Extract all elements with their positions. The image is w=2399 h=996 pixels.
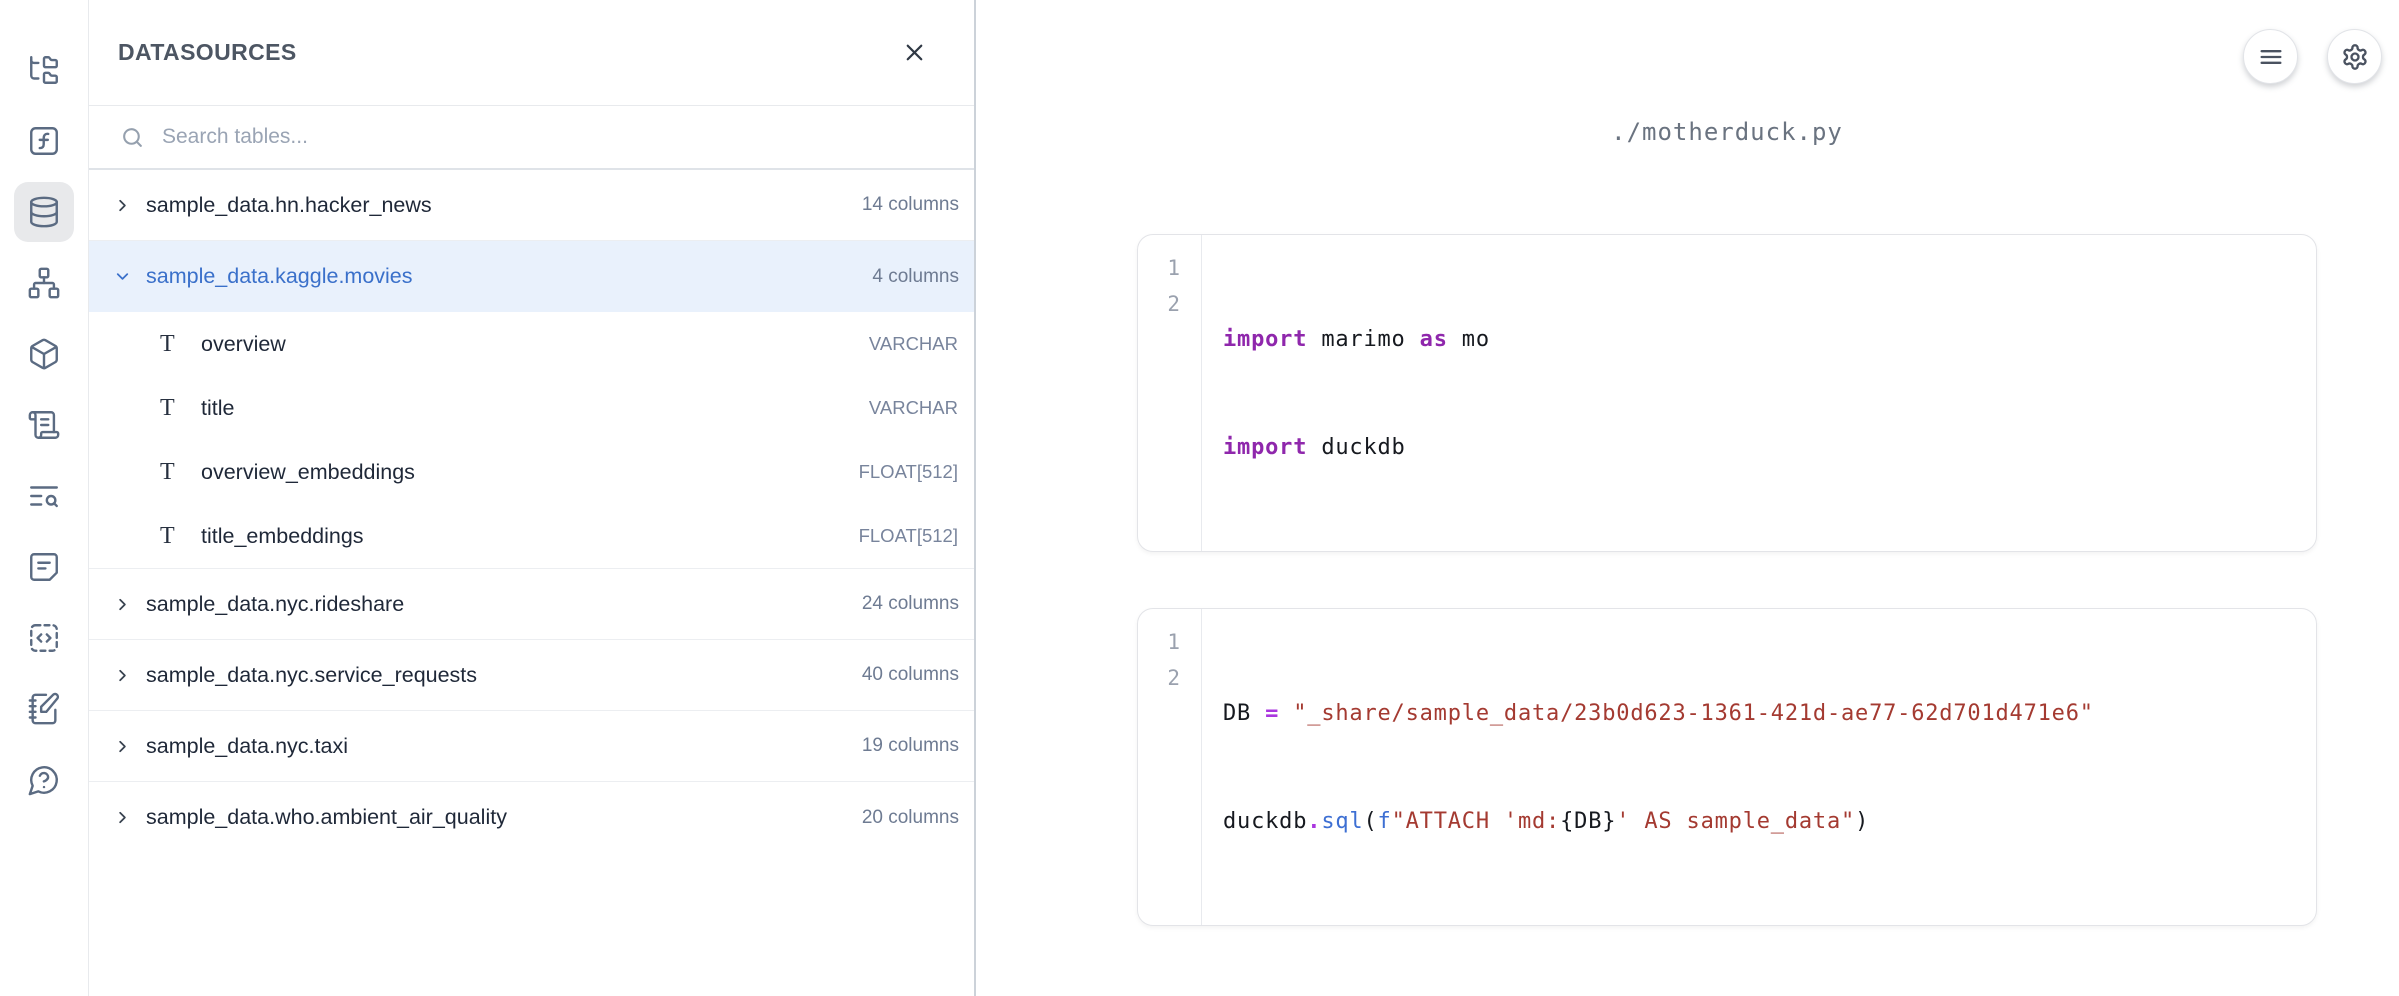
logs-icon[interactable] — [14, 395, 74, 455]
topbar-actions — [2243, 29, 2382, 84]
table-name: sample_data.who.ambient_air_quality — [146, 805, 862, 830]
code-line: import duckdb — [1223, 430, 2306, 466]
line-number: 1 — [1138, 250, 1180, 286]
column-type: VARCHAR — [869, 397, 958, 419]
code-editor[interactable]: DB = "_share/sample_data/23b0d623-1361-4… — [1202, 609, 2316, 925]
chevron-right-icon[interactable] — [113, 196, 146, 215]
line-numbers: 1 2 — [1138, 235, 1202, 551]
column-row[interactable]: T title_embeddings FLOAT[512] — [89, 504, 974, 568]
table-name: sample_data.kaggle.movies — [146, 264, 872, 289]
line-numbers: 1 2 — [1138, 609, 1202, 925]
chevron-right-icon[interactable] — [113, 666, 146, 685]
line-number: 2 — [1138, 660, 1180, 696]
notebook-main: ./motherduck.py 1 2 import marimo as mo … — [976, 0, 2399, 996]
type-text-icon: T — [160, 459, 201, 486]
datasources-icon[interactable] — [14, 182, 74, 242]
table-name: sample_data.nyc.rideshare — [146, 592, 862, 617]
table-row[interactable]: sample_data.who.ambient_air_quality 20 c… — [89, 782, 974, 853]
table-row[interactable]: sample_data.nyc.taxi 19 columns — [89, 711, 974, 782]
column-name: title — [201, 396, 869, 421]
table-columns-group: T overview VARCHAR T title VARCHAR T ove… — [89, 312, 974, 569]
icon-rail — [0, 0, 89, 996]
datasources-panel: DATASOURCES sample_data.hn.hacker_news 1… — [89, 0, 976, 996]
panel-title: DATASOURCES — [118, 39, 297, 66]
chevron-down-icon[interactable] — [113, 267, 146, 286]
code-line: DB = "_share/sample_data/23b0d623-1361-4… — [1223, 696, 2306, 732]
file-explorer-icon[interactable] — [14, 40, 74, 100]
table-name: sample_data.nyc.service_requests — [146, 663, 862, 688]
table-column-count: 4 columns — [872, 266, 959, 288]
table-row[interactable]: sample_data.nyc.service_requests 40 colu… — [89, 640, 974, 711]
type-text-icon: T — [160, 523, 201, 550]
scratchpad-icon[interactable] — [14, 679, 74, 739]
column-name: overview_embeddings — [201, 460, 859, 485]
variables-icon[interactable] — [14, 111, 74, 171]
chevron-right-icon[interactable] — [113, 737, 146, 756]
search-icon — [120, 125, 145, 150]
table-row[interactable]: sample_data.hn.hacker_news 14 columns — [89, 170, 974, 241]
table-row[interactable]: sample_data.nyc.rideshare 24 columns — [89, 569, 974, 640]
column-type: FLOAT[512] — [859, 525, 958, 547]
snippets-icon[interactable] — [14, 608, 74, 668]
table-column-count: 24 columns — [862, 593, 959, 615]
table-column-count: 14 columns — [862, 194, 959, 216]
documentation-icon[interactable] — [14, 537, 74, 597]
column-type: VARCHAR — [869, 333, 958, 355]
column-row[interactable]: T title VARCHAR — [89, 376, 974, 440]
code-line: import marimo as mo — [1223, 322, 2306, 358]
code-editor[interactable]: import marimo as mo import duckdb — [1202, 235, 2316, 551]
line-number: 1 — [1138, 624, 1180, 660]
type-text-icon: T — [160, 395, 201, 422]
chevron-right-icon[interactable] — [113, 808, 146, 827]
code-line: duckdb.sql(f"ATTACH 'md:{DB}' AS sample_… — [1223, 804, 2306, 840]
tables-list: sample_data.hn.hacker_news 14 columns sa… — [89, 170, 974, 996]
marimo-app: DATASOURCES sample_data.hn.hacker_news 1… — [0, 0, 2399, 996]
column-row[interactable]: T overview_embeddings FLOAT[512] — [89, 440, 974, 504]
type-text-icon: T — [160, 331, 201, 358]
tracebacks-icon[interactable] — [14, 466, 74, 526]
column-name: overview — [201, 332, 869, 357]
notebook-content: ./motherduck.py 1 2 import marimo as mo … — [1137, 0, 2317, 996]
code-cell: 1 2 import marimo as mo import duckdb — [1137, 234, 2317, 552]
code-cell: 1 2 DB = "_share/sample_data/23b0d623-13… — [1137, 608, 2317, 926]
settings-icon[interactable] — [2327, 29, 2382, 84]
datasources-panel-header: DATASOURCES — [89, 0, 974, 106]
search-row — [89, 106, 974, 170]
packages-icon[interactable] — [14, 324, 74, 384]
table-row-selected[interactable]: sample_data.kaggle.movies 4 columns — [89, 241, 974, 312]
table-name: sample_data.nyc.taxi — [146, 734, 862, 759]
notebook-filename[interactable]: ./motherduck.py — [1137, 118, 2317, 146]
help-icon[interactable] — [14, 750, 74, 810]
close-icon[interactable] — [895, 33, 934, 72]
chevron-right-icon[interactable] — [113, 595, 146, 614]
column-type: FLOAT[512] — [859, 461, 958, 483]
table-name: sample_data.hn.hacker_news — [146, 193, 862, 218]
dependency-graph-icon[interactable] — [14, 253, 74, 313]
table-column-count: 19 columns — [862, 735, 959, 757]
column-row[interactable]: T overview VARCHAR — [89, 312, 974, 376]
menu-icon[interactable] — [2243, 29, 2298, 84]
search-input[interactable] — [162, 125, 722, 149]
column-name: title_embeddings — [201, 524, 859, 549]
line-number: 2 — [1138, 286, 1180, 322]
table-column-count: 20 columns — [862, 807, 959, 829]
table-column-count: 40 columns — [862, 664, 959, 686]
